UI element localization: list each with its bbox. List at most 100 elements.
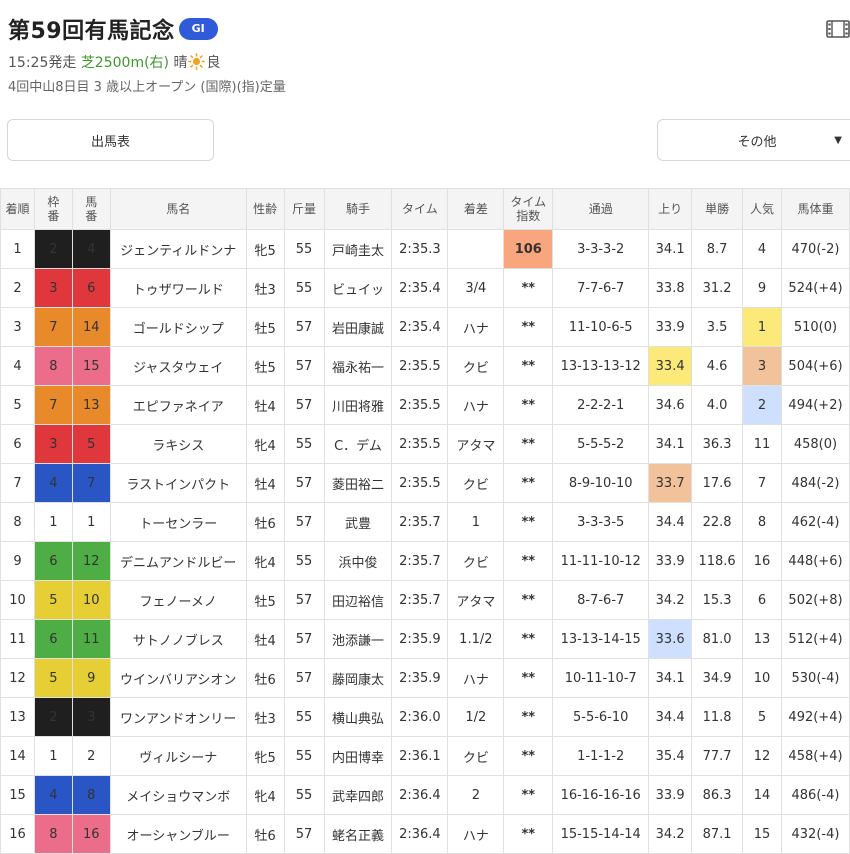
horse-name-link[interactable]: ジェンティルドンナ (109, 229, 247, 269)
time-index-cell: ** (503, 424, 554, 464)
odds-cell: 15.3 (691, 580, 744, 620)
table-row[interactable]: 3 7 14 ゴールドシップ 牡5 57 岩田康誠 2:35.4 ハナ ** 11-10-6-5 33… (0, 307, 850, 347)
last3f-cell: 34.1 (648, 229, 693, 269)
jockey-link[interactable]: 横山典弘 (323, 697, 393, 737)
other-button-label: その他 (737, 134, 777, 150)
waku-cell: 3 (33, 268, 73, 308)
passing-cell: 3-3-3-5 (552, 502, 650, 542)
table-row[interactable]: 7 4 7 ラストインパクト 牡4 57 菱田裕二 2:35.5 クビ ** 8-9-10-10 33… (0, 463, 850, 503)
jockey-link[interactable]: 岩田康誠 (323, 307, 393, 347)
horse-name-link[interactable]: エピファネイア (109, 385, 247, 425)
header-sexage[interactable]: 性齢 (245, 188, 285, 230)
jockey-link[interactable]: ビュイッ (323, 268, 393, 308)
table-row[interactable]: 15 4 8 メイショウマンボ 牝4 55 武幸四郎 2:36.4 2 ** 16-16-16-16… (0, 775, 850, 815)
table-row[interactable]: 6 3 5 ラキシス 牝4 55 C．デム 2:35.5 アタマ ** 5-5-5-2 34.1 36.… (0, 424, 850, 464)
header-margin[interactable]: 着差 (447, 188, 505, 230)
body-weight-cell: 470(-2) (780, 229, 850, 269)
rank-cell: 3 (0, 307, 35, 347)
table-row[interactable]: 16 8 16 オーシャンブルー 牡6 57 蛯名正義 2:36.4 ハナ ** 15-15-14-… (0, 814, 850, 854)
margin-cell: アタマ (447, 580, 505, 620)
header-odds[interactable]: 単勝 (691, 188, 744, 230)
body-weight-cell: 524(+4) (780, 268, 850, 308)
horse-name-link[interactable]: トゥザワールド (109, 268, 247, 308)
header-umaban[interactable]: 馬番 (71, 188, 111, 230)
weight-cell: 57 (283, 346, 325, 386)
odds-cell: 11.8 (691, 697, 744, 737)
table-row[interactable]: 14 1 2 ヴィルシーナ 牝5 55 内田博幸 2:36.1 クビ ** 1-1-1-2 35.4 7… (0, 736, 850, 776)
umaban-cell: 1 (71, 502, 111, 542)
waku-cell: 1 (33, 736, 73, 776)
horse-name-link[interactable]: デニムアンドルビー (109, 541, 247, 581)
film-icon[interactable] (826, 18, 850, 40)
horse-name-link[interactable]: ラキシス (109, 424, 247, 464)
passing-cell: 8-9-10-10 (552, 463, 650, 503)
horse-name-link[interactable]: ラストインパクト (109, 463, 247, 503)
table-row[interactable]: 1 2 4 ジェンティルドンナ 牝5 55 戸崎圭太 2:35.3 106 3-3-3-2 34.1… (0, 229, 850, 269)
table-row[interactable]: 4 8 15 ジャスタウェイ 牡5 57 福永祐一 2:35.5 クビ ** 13-13-13-12… (0, 346, 850, 386)
jockey-link[interactable]: 菱田裕二 (323, 463, 393, 503)
body-weight-cell: 502(+8) (780, 580, 850, 620)
body-weight-cell: 510(0) (780, 307, 850, 347)
time-index-cell: ** (503, 580, 554, 620)
table-row[interactable]: 8 1 1 トーセンラー 牡6 57 武豊 2:35.7 1 ** 3-3-3-5 34.4 22.8 8… (0, 502, 850, 542)
jockey-link[interactable]: 川田将雅 (323, 385, 393, 425)
time-cell: 2:35.5 (391, 346, 449, 386)
body-weight-cell: 448(+6) (780, 541, 850, 581)
last3f-cell: 33.9 (648, 307, 693, 347)
jockey-link[interactable]: 藤岡康太 (323, 658, 393, 698)
popularity-cell: 15 (742, 814, 782, 854)
horse-name-link[interactable]: ウインバリアシオン (109, 658, 247, 698)
table-row[interactable]: 13 2 3 ワンアンドオンリー 牡3 55 横山典弘 2:36.0 1/2 ** 5-5-6-10… (0, 697, 850, 737)
header-body-weight[interactable]: 馬体重 (780, 188, 850, 230)
table-row[interactable]: 9 6 12 デニムアンドルビー 牝4 55 浜中俊 2:35.7 クビ ** 11-11-10-1… (0, 541, 850, 581)
horse-name-link[interactable]: ヴィルシーナ (109, 736, 247, 776)
other-dropdown-button[interactable]: その他 ▼ (657, 119, 850, 161)
odds-cell: 118.6 (691, 541, 744, 581)
header-jockey[interactable]: 騎手 (323, 188, 393, 230)
horse-name-link[interactable]: オーシャンブルー (109, 814, 247, 854)
jockey-link[interactable]: 蛯名正義 (323, 814, 393, 854)
header-waku[interactable]: 枠番 (33, 188, 73, 230)
rank-cell: 15 (0, 775, 35, 815)
header-horse[interactable]: 馬名 (109, 188, 247, 230)
table-row[interactable]: 5 7 13 エピファネイア 牡4 57 川田将雅 2:35.5 ハナ ** 2-2-2-1 34.6… (0, 385, 850, 425)
table-header-row: 着順 枠番 馬番 馬名 性齢 斤量 騎手 タイム 着差 タイム指数 通過 上り … (0, 188, 850, 230)
time-index-cell: ** (503, 814, 554, 854)
margin-cell: クビ (447, 541, 505, 581)
shutuba-button[interactable]: 出馬表 (7, 119, 214, 161)
table-row[interactable]: 11 6 11 サトノノブレス 牡4 57 池添謙一 2:35.9 1.1/2 ** 13-13-1… (0, 619, 850, 659)
horse-name-link[interactable]: フェノーメノ (109, 580, 247, 620)
jockey-link[interactable]: 戸崎圭太 (323, 229, 393, 269)
header-weight[interactable]: 斤量 (283, 188, 325, 230)
header-passing[interactable]: 通過 (552, 188, 650, 230)
table-row[interactable]: 2 3 6 トゥザワールド 牡3 55 ビュイッ 2:35.4 3/4 ** 7-7-6-7 33.8… (0, 268, 850, 308)
weight-cell: 57 (283, 814, 325, 854)
horse-name-link[interactable]: サトノノブレス (109, 619, 247, 659)
horse-name-link[interactable]: メイショウマンボ (109, 775, 247, 815)
header-last3f[interactable]: 上り (648, 188, 693, 230)
jockey-link[interactable]: 浜中俊 (323, 541, 393, 581)
popularity-cell: 13 (742, 619, 782, 659)
header-time[interactable]: タイム (391, 188, 449, 230)
header-time-index[interactable]: タイム指数 (503, 188, 554, 230)
jockey-link[interactable]: 内田博幸 (323, 736, 393, 776)
waku-cell: 3 (33, 424, 73, 464)
jockey-link[interactable]: C．デム (323, 424, 393, 464)
jockey-link[interactable]: 池添謙一 (323, 619, 393, 659)
last3f-cell: 34.2 (648, 814, 693, 854)
waku-cell: 2 (33, 697, 73, 737)
header-popularity[interactable]: 人気 (742, 188, 782, 230)
jockey-link[interactable]: 武幸四郎 (323, 775, 393, 815)
last3f-cell: 33.8 (648, 268, 693, 308)
jockey-link[interactable]: 武豊 (323, 502, 393, 542)
table-row[interactable]: 10 5 10 フェノーメノ 牡5 57 田辺裕信 2:35.7 アタマ ** 8-7-6-7 34.… (0, 580, 850, 620)
table-row[interactable]: 12 5 9 ウインバリアシオン 牡6 57 藤岡康太 2:35.9 ハナ ** 10-11-10-… (0, 658, 850, 698)
jockey-link[interactable]: 田辺裕信 (323, 580, 393, 620)
jockey-link[interactable]: 福永祐一 (323, 346, 393, 386)
horse-name-link[interactable]: ワンアンドオンリー (109, 697, 247, 737)
horse-name-link[interactable]: ゴールドシップ (109, 307, 247, 347)
header-rank[interactable]: 着順 (0, 188, 35, 230)
horse-name-link[interactable]: トーセンラー (109, 502, 247, 542)
horse-name-link[interactable]: ジャスタウェイ (109, 346, 247, 386)
waku-cell: 4 (33, 775, 73, 815)
